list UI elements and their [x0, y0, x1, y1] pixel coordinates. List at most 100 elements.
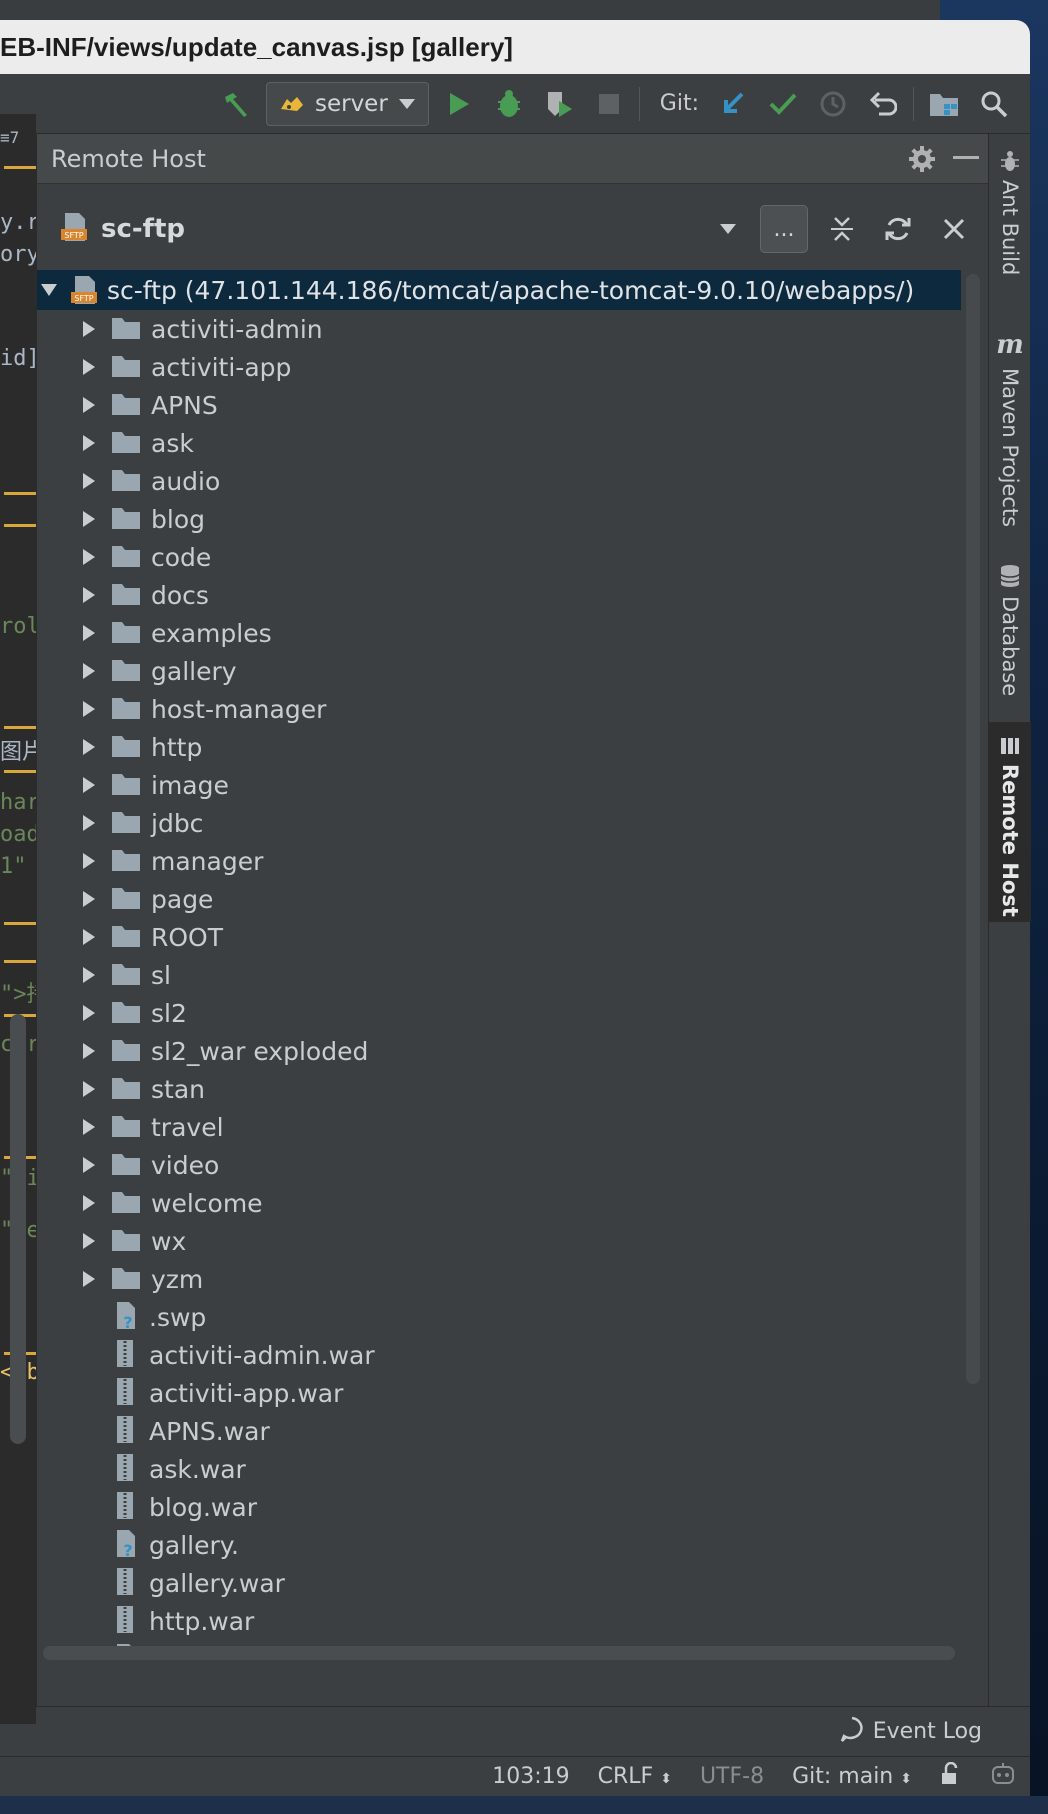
build-hammer-icon[interactable] — [216, 84, 256, 124]
tree-folder-row[interactable]: http — [37, 728, 961, 766]
lock-icon[interactable] — [940, 1761, 962, 1792]
tool-tab-database[interactable]: Database — [989, 564, 1031, 696]
run-configuration-selector[interactable]: server — [265, 81, 429, 126]
stop-icon[interactable] — [589, 84, 629, 124]
project-structure-icon[interactable] — [924, 84, 964, 124]
collapsed-arrow-icon[interactable] — [77, 1156, 101, 1174]
tree-folder-row[interactable]: APNS — [37, 386, 961, 424]
tree-vertical-scrollbar[interactable] — [966, 274, 980, 1384]
collapse-all-icon[interactable] — [820, 207, 864, 251]
collapsed-arrow-icon[interactable] — [77, 776, 101, 794]
tree-folder-row[interactable]: activiti-admin — [37, 310, 961, 348]
collapsed-arrow-icon[interactable] — [77, 1232, 101, 1250]
collapsed-arrow-icon[interactable] — [77, 472, 101, 490]
event-log-button[interactable]: Event Log — [873, 1719, 982, 1744]
collapsed-arrow-icon[interactable] — [77, 814, 101, 832]
tree-file-row[interactable]: http.war — [37, 1602, 961, 1640]
event-log-bubble-icon[interactable] — [839, 1716, 865, 1748]
run-with-coverage-icon[interactable] — [539, 84, 579, 124]
tree-folder-row[interactable]: sl2 — [37, 994, 961, 1032]
tool-tab-maven-projects[interactable]: m Maven Projects — [989, 330, 1031, 527]
tree-file-row[interactable]: gallery.war — [37, 1564, 961, 1602]
tree-folder-row[interactable]: code — [37, 538, 961, 576]
collapsed-arrow-icon[interactable] — [77, 1194, 101, 1212]
tree-file-row[interactable]: ? .swp — [37, 1298, 961, 1336]
git-update-icon[interactable] — [713, 84, 753, 124]
tree-folder-row[interactable]: welcome — [37, 1184, 961, 1222]
tree-folder-row[interactable]: audio — [37, 462, 961, 500]
tree-folder-row[interactable]: stan — [37, 1070, 961, 1108]
collapsed-arrow-icon[interactable] — [77, 700, 101, 718]
minimize-panel-icon[interactable] — [944, 137, 988, 181]
collapsed-arrow-icon[interactable] — [77, 624, 101, 642]
run-icon[interactable] — [439, 84, 479, 124]
tree-folder-row[interactable]: page — [37, 880, 961, 918]
tree-folder-row[interactable]: activiti-app — [37, 348, 961, 386]
collapsed-arrow-icon[interactable] — [77, 662, 101, 680]
git-branch-selector[interactable]: Git: main ⬍ — [792, 1764, 912, 1789]
tree-folder-row[interactable]: image — [37, 766, 961, 804]
refresh-icon[interactable] — [876, 207, 920, 251]
tree-folder-row[interactable]: video — [37, 1146, 961, 1184]
collapsed-arrow-icon[interactable] — [77, 1270, 101, 1288]
tree-folder-row[interactable]: docs — [37, 576, 961, 614]
collapsed-arrow-icon[interactable] — [77, 738, 101, 756]
tree-file-row[interactable]: activiti-admin.war — [37, 1336, 961, 1374]
tree-file-row[interactable]: APNS.war — [37, 1412, 961, 1450]
tree-folder-row[interactable]: travel — [37, 1108, 961, 1146]
file-encoding[interactable]: UTF-8 — [700, 1764, 764, 1789]
inspector-face-icon[interactable] — [990, 1761, 1016, 1793]
collapsed-arrow-icon[interactable] — [77, 928, 101, 946]
collapsed-arrow-icon[interactable] — [77, 320, 101, 338]
tree-file-row[interactable]: ask.war — [37, 1450, 961, 1488]
tree-file-row[interactable]: ? gallery. — [37, 1526, 961, 1564]
tree-folder-row[interactable]: sl — [37, 956, 961, 994]
tree-folder-row[interactable]: blog — [37, 500, 961, 538]
collapsed-arrow-icon[interactable] — [77, 434, 101, 452]
editor-gutter-fragment: ≡7 y.r ory id] rol 图片 har oad 1" ">持 cor… — [0, 114, 36, 1724]
expanded-arrow-icon[interactable] — [37, 283, 61, 297]
tree-folder-row[interactable]: jdbc — [37, 804, 961, 842]
tree-folder-row[interactable]: yzm — [37, 1260, 961, 1298]
tree-file-row[interactable]: blog.war — [37, 1488, 961, 1526]
browse-servers-button[interactable]: ... — [760, 205, 808, 253]
editor-scrollbar[interactable] — [10, 1014, 26, 1444]
collapsed-arrow-icon[interactable] — [77, 358, 101, 376]
search-everywhere-icon[interactable] — [974, 84, 1014, 124]
git-commit-check-icon[interactable] — [763, 84, 803, 124]
collapsed-arrow-icon[interactable] — [77, 548, 101, 566]
collapsed-arrow-icon[interactable] — [77, 1004, 101, 1022]
tree-file-row[interactable]: activiti-app.war — [37, 1374, 961, 1412]
collapsed-arrow-icon[interactable] — [77, 966, 101, 984]
collapsed-arrow-icon[interactable] — [77, 510, 101, 528]
close-icon[interactable] — [932, 207, 976, 251]
tool-tab-remote-host[interactable]: Remote Host — [989, 722, 1031, 922]
tree-folder-row[interactable]: ask — [37, 424, 961, 462]
tree-folder-row[interactable]: ROOT — [37, 918, 961, 956]
collapsed-arrow-icon[interactable] — [77, 852, 101, 870]
server-dropdown-chevron-icon[interactable] — [708, 223, 748, 235]
line-separator-selector[interactable]: CRLF ⬍ — [598, 1764, 672, 1789]
collapsed-arrow-icon[interactable] — [77, 1080, 101, 1098]
git-history-clock-icon[interactable] — [813, 84, 853, 124]
tree-folder-row[interactable]: host-manager — [37, 690, 961, 728]
archive-file-icon — [111, 1491, 141, 1523]
tree-horizontal-scrollbar[interactable] — [43, 1646, 955, 1660]
tree-folder-row[interactable]: examples — [37, 614, 961, 652]
tree-folder-row[interactable]: gallery — [37, 652, 961, 690]
settings-gear-icon[interactable] — [900, 137, 944, 181]
collapsed-arrow-icon[interactable] — [77, 1042, 101, 1060]
tree-root-row[interactable]: SFTP sc-ftp (47.101.144.186/tomcat/apach… — [37, 270, 961, 310]
tree-folder-row[interactable]: manager — [37, 842, 961, 880]
code-highlight-mark — [4, 492, 36, 495]
caret-position[interactable]: 103:19 — [492, 1764, 569, 1789]
tree-folder-row[interactable]: sl2_war exploded — [37, 1032, 961, 1070]
git-rollback-icon[interactable] — [863, 84, 903, 124]
tree-folder-row[interactable]: wx — [37, 1222, 961, 1260]
collapsed-arrow-icon[interactable] — [77, 396, 101, 414]
debug-bug-icon[interactable] — [489, 84, 529, 124]
tool-tab-ant-build[interactable]: Ant Build — [989, 150, 1031, 275]
collapsed-arrow-icon[interactable] — [77, 890, 101, 908]
collapsed-arrow-icon[interactable] — [77, 1118, 101, 1136]
collapsed-arrow-icon[interactable] — [77, 586, 101, 604]
